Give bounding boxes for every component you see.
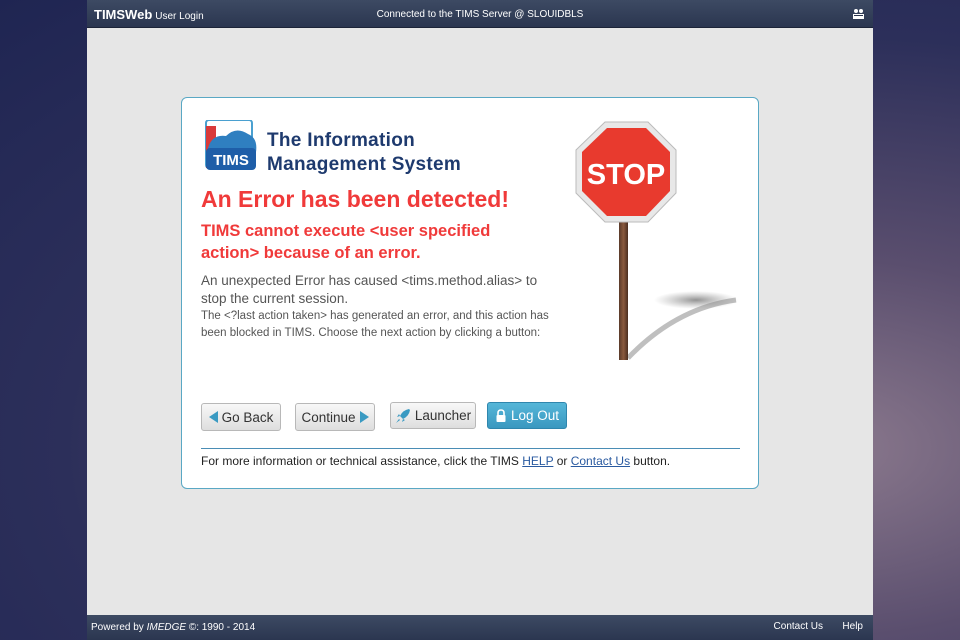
powered-by: Powered by IMEDGE ©: 1990 - 2014 (91, 622, 255, 633)
app-window: TIMSWeb User Login Connected to the TIMS … (87, 0, 873, 640)
rocket-icon (395, 408, 410, 423)
launcher-button[interactable]: Launcher (390, 402, 476, 429)
info-suffix: button. (630, 454, 671, 468)
launcher-label: Launcher (414, 408, 472, 423)
continue-label: Continue (301, 409, 356, 425)
powered-brand: IMEDGE (146, 622, 187, 633)
tims-logo: TIMS (205, 120, 257, 170)
error-description: An unexpected Error has caused <tims.met… (201, 273, 538, 306)
footer-help-link[interactable]: Help (842, 621, 863, 632)
stop-sign-icon: STOP (575, 121, 738, 360)
arrow-right-icon (359, 411, 369, 423)
logo-title: The Information Management System (267, 129, 461, 177)
go-back-label: Go Back (221, 409, 274, 425)
stop-sign-text: STOP (587, 159, 665, 191)
error-dialog: TIMS The Information Management System A… (181, 97, 759, 489)
powered-suffix: ©: 1990 - 2014 (186, 622, 256, 633)
error-heading: An Error has been detected! (201, 186, 510, 212)
footer-contact-us-link[interactable]: Contact Us (774, 621, 823, 632)
bottom-bar: Powered by IMEDGE ©: 1990 - 2014 Contact… (87, 615, 873, 640)
users-icon[interactable] (852, 7, 865, 20)
logo-title-line1: The Information (267, 130, 416, 151)
server-status: Connected to the TIMS Server @ SLOUIDBLS (376, 9, 584, 20)
log-out-label: Log Out (510, 408, 560, 423)
help-link[interactable]: HELP (522, 454, 553, 468)
info-or: or (553, 454, 571, 468)
info-prefix: For more information or technical assist… (201, 454, 523, 468)
continue-button[interactable]: Continue (295, 403, 375, 431)
logo-title-line2: Management System (267, 154, 462, 175)
error-subheading: TIMS cannot execute <user specified acti… (201, 222, 491, 262)
divider (201, 448, 740, 449)
top-bar: TIMSWeb User Login Connected to the TIMS … (87, 0, 873, 28)
error-instructions: The <?last action taken> has generated a… (201, 310, 549, 339)
arrow-left-icon (208, 411, 218, 423)
contact-us-link[interactable]: Contact Us (571, 454, 630, 468)
log-out-button[interactable]: Log Out (487, 402, 567, 429)
lock-icon (496, 408, 506, 422)
logo-badge-text: TIMS (213, 152, 249, 169)
help-info-text: For more information or technical assist… (201, 454, 670, 468)
powered-prefix: Powered by (91, 622, 147, 633)
go-back-button[interactable]: Go Back (201, 403, 281, 431)
